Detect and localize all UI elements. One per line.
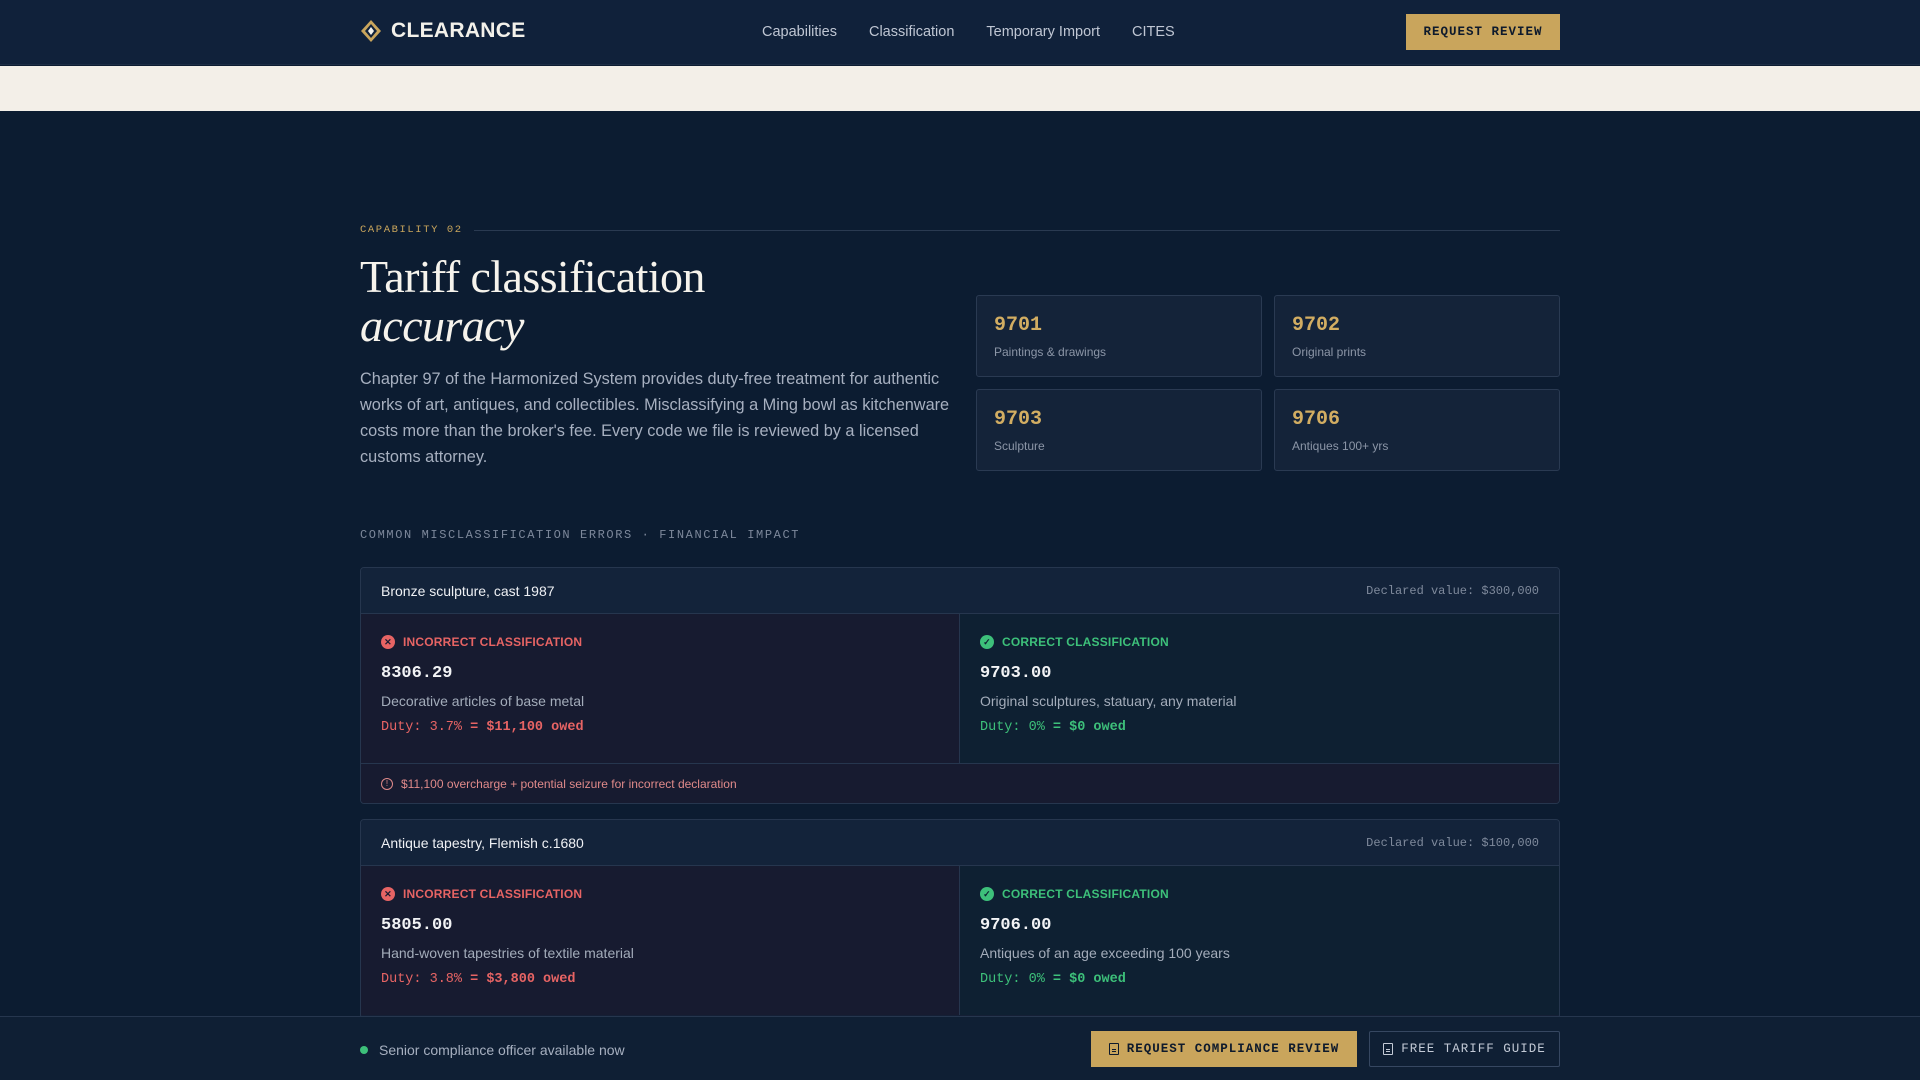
brand[interactable]: CLEARANCE: [360, 19, 526, 43]
code-description: Original prints: [1292, 345, 1367, 359]
impact-note-text: $11,100 overcharge + potential seizure f…: [401, 776, 737, 791]
code-description: Antiques 100+ yrs: [1292, 439, 1389, 453]
code-card-9702: 9702 Original prints: [1274, 295, 1560, 377]
incorrect-label: INCORRECT CLASSIFICATION: [403, 887, 583, 901]
request-compliance-review-label: REQUEST COMPLIANCE REVIEW: [1126, 1042, 1340, 1056]
code-description: Sculpture: [994, 439, 1045, 453]
incorrect-column: ✕ INCORRECT CLASSIFICATION 5805.00 Hand-…: [361, 866, 960, 1015]
code-card-9703: 9703 Sculpture: [976, 389, 1262, 471]
nav-link-classification[interactable]: Classification: [869, 24, 954, 40]
duty-owed: = $3,800 owed: [470, 972, 576, 987]
duty-owed: = $0 owed: [1052, 720, 1126, 735]
lead-paragraph: Chapter 97 of the Harmonized System prov…: [360, 370, 950, 466]
hs-code: 8306.29: [381, 664, 453, 683]
comparison-row: ✕ INCORRECT CLASSIFICATION 8306.29 Decor…: [361, 614, 1559, 763]
hs-description: Original sculptures, statuary, any mater…: [980, 693, 1237, 709]
correct-column: ✓ CORRECT CLASSIFICATION 9703.00 Origina…: [960, 614, 1559, 763]
hs-description: Decorative articles of base metal: [381, 693, 585, 709]
correct-tag: ✓ CORRECT CLASSIFICATION: [980, 887, 1539, 901]
code-card-9706: 9706 Antiques 100+ yrs: [1274, 389, 1560, 471]
incorrect-label: INCORRECT CLASSIFICATION: [403, 635, 583, 649]
eyebrow-label: CAPABILITY 02: [360, 224, 463, 236]
correct-label: CORRECT CLASSIFICATION: [1002, 887, 1169, 901]
duty-line: Duty: 3.7% = $11,100 owed: [381, 720, 939, 735]
availability-text: Senior compliance officer available now: [379, 1042, 625, 1058]
incorrect-tag: ✕ INCORRECT CLASSIFICATION: [381, 887, 939, 901]
correct-tag: ✓ CORRECT CLASSIFICATION: [980, 635, 1539, 649]
check-circle-icon: ✓: [980, 887, 994, 901]
correct-label: CORRECT CLASSIFICATION: [1002, 635, 1169, 649]
title-line-1: Tariff classification: [360, 251, 705, 302]
code-number: 9706: [1292, 408, 1341, 431]
info-icon: !: [381, 777, 393, 790]
card-header: Bronze sculpture, cast 1987 Declared val…: [361, 568, 1559, 614]
free-tariff-guide-button[interactable]: FREE TARIFF GUIDE: [1369, 1031, 1560, 1067]
card-header: Antique tapestry, Flemish c.1680 Declare…: [361, 820, 1559, 866]
duty-line: Duty: 0% = $0 owed: [980, 720, 1539, 735]
hs-code: 9706.00: [980, 916, 1052, 935]
incorrect-column: ✕ INCORRECT CLASSIFICATION 8306.29 Decor…: [361, 614, 960, 763]
errors-section-label: COMMON MISCLASSIFICATION ERRORS · FINANC…: [360, 528, 801, 542]
correct-column: ✓ CORRECT CLASSIFICATION 9706.00 Antique…: [960, 866, 1559, 1015]
duty-rate: Duty: 0%: [980, 720, 1045, 735]
duty-line: Duty: 0% = $0 owed: [980, 972, 1539, 987]
duty-owed: = $0 owed: [1052, 972, 1126, 987]
x-circle-icon: ✕: [381, 887, 395, 901]
chapter-97-codes: 9701 Paintings & drawings 9702 Original …: [976, 295, 1560, 471]
sticky-cta-bar: Senior compliance officer available now …: [0, 1016, 1920, 1080]
misclassification-card-bronze: Bronze sculpture, cast 1987 Declared val…: [360, 567, 1560, 804]
item-title: Bronze sculpture, cast 1987: [381, 582, 555, 599]
code-number: 9702: [1292, 314, 1341, 337]
brand-name: CLEARANCE: [391, 19, 526, 42]
impact-note: ! $11,100 overcharge + potential seizure…: [361, 763, 1559, 803]
nav-link-capabilities[interactable]: Capabilities: [762, 24, 837, 40]
free-tariff-guide-label: FREE TARIFF GUIDE: [1401, 1042, 1546, 1056]
code-number: 9701: [994, 314, 1043, 337]
announcement-band: [0, 66, 1920, 111]
document-icon: [1108, 1043, 1119, 1055]
nav-links: Capabilities Classification Temporary Im…: [762, 24, 1175, 40]
hs-code: 9703.00: [980, 664, 1052, 683]
nav-link-cites[interactable]: CITES: [1132, 24, 1175, 40]
duty-rate: Duty: 3.7%: [381, 720, 463, 735]
diamond-logo-icon: [361, 20, 381, 42]
request-review-button[interactable]: REQUEST REVIEW: [1406, 14, 1560, 50]
duty-rate: Duty: 0%: [980, 972, 1045, 987]
status-dot-icon: [360, 1046, 368, 1054]
duty-line: Duty: 3.8% = $3,800 owed: [381, 972, 939, 987]
capability-eyebrow: CAPABILITY 02: [360, 224, 1560, 236]
availability-status: Senior compliance officer available now: [360, 1042, 625, 1058]
code-description: Paintings & drawings: [994, 345, 1107, 359]
hs-description: Antiques of an age exceeding 100 years: [980, 945, 1230, 961]
declared-value: Declared value: $100,000: [1366, 835, 1539, 850]
duty-owed: = $11,100 owed: [470, 720, 584, 735]
item-title: Antique tapestry, Flemish c.1680: [381, 834, 584, 851]
eyebrow-divider: [473, 229, 1560, 231]
hs-description: Hand-woven tapestries of textile materia…: [381, 945, 634, 961]
misclassification-card-tapestry: Antique tapestry, Flemish c.1680 Declare…: [360, 819, 1560, 1019]
nav-link-temporary-import[interactable]: Temporary Import: [986, 24, 1100, 40]
code-card-9701: 9701 Paintings & drawings: [976, 295, 1262, 377]
request-compliance-review-button[interactable]: REQUEST COMPLIANCE REVIEW: [1091, 1031, 1357, 1067]
incorrect-tag: ✕ INCORRECT CLASSIFICATION: [381, 635, 939, 649]
page-title: Tariff classification accuracy: [360, 252, 920, 350]
hs-code: 5805.00: [381, 916, 453, 935]
top-nav: CLEARANCE Capabilities Classification Te…: [0, 0, 1920, 65]
comparison-row: ✕ INCORRECT CLASSIFICATION 5805.00 Hand-…: [361, 866, 1559, 1015]
x-circle-icon: ✕: [381, 635, 395, 649]
duty-rate: Duty: 3.8%: [381, 972, 463, 987]
title-line-2: accuracy: [360, 300, 524, 351]
declared-value: Declared value: $300,000: [1366, 583, 1539, 598]
code-number: 9703: [994, 408, 1043, 431]
document-icon: [1383, 1043, 1394, 1055]
check-circle-icon: ✓: [980, 635, 994, 649]
